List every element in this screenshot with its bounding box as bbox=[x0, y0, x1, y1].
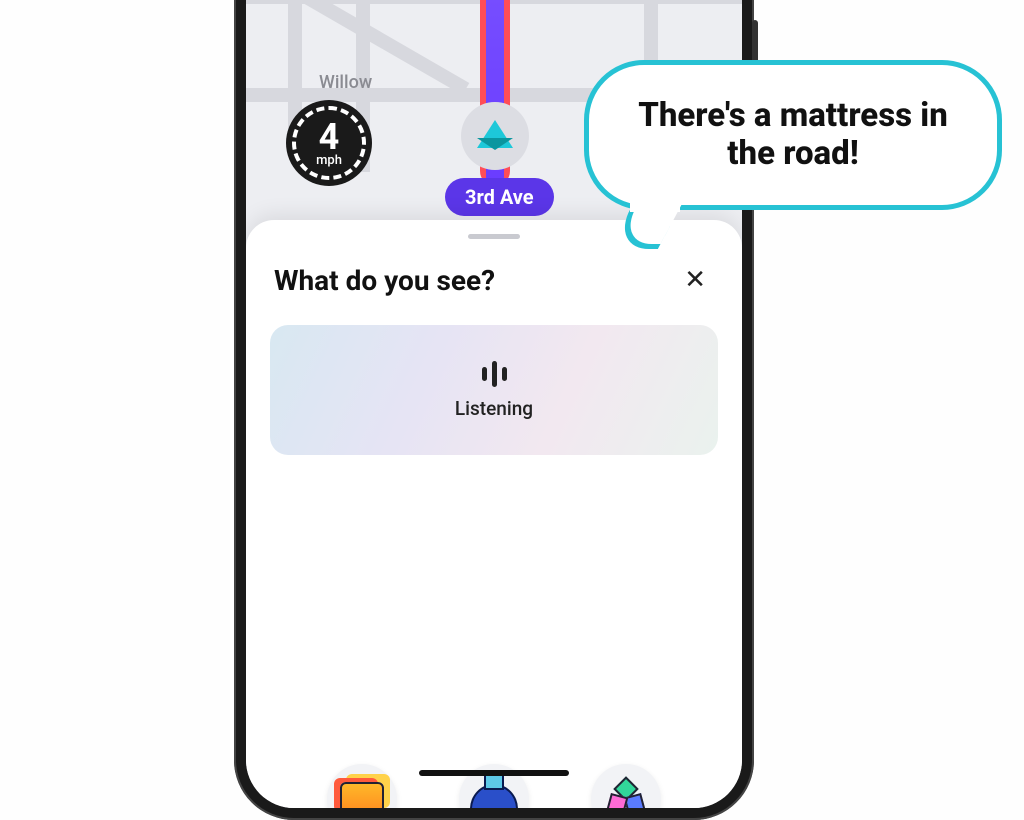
listening-label: Listening bbox=[455, 397, 533, 420]
hazard-icon bbox=[604, 777, 648, 808]
street-label-side: Willow bbox=[319, 72, 372, 93]
close-button[interactable]: ✕ bbox=[676, 261, 714, 299]
location-arrow-icon bbox=[477, 120, 513, 148]
listening-card[interactable]: Listening bbox=[270, 325, 718, 455]
speed-gauge[interactable]: 4 mph bbox=[286, 100, 372, 186]
current-location-marker[interactable] bbox=[461, 102, 529, 170]
sheet-title: What do you see? bbox=[274, 264, 495, 297]
sheet-grabber[interactable] bbox=[468, 234, 520, 239]
speed-value: 4 bbox=[319, 119, 340, 155]
microphone-wave-icon bbox=[482, 361, 507, 387]
speech-bubble: There's a mattress in the road! bbox=[584, 60, 1002, 210]
speed-unit: mph bbox=[316, 153, 342, 168]
traffic-report-button[interactable] bbox=[327, 764, 397, 808]
report-sheet[interactable]: What do you see? ✕ Listening bbox=[246, 220, 742, 808]
traffic-icon bbox=[340, 782, 384, 808]
speech-bubble-tail bbox=[622, 208, 674, 252]
police-icon bbox=[470, 784, 518, 808]
home-indicator[interactable] bbox=[419, 770, 569, 776]
hazard-report-button[interactable] bbox=[591, 764, 661, 808]
current-street-pill: 3rd Ave bbox=[445, 178, 554, 216]
